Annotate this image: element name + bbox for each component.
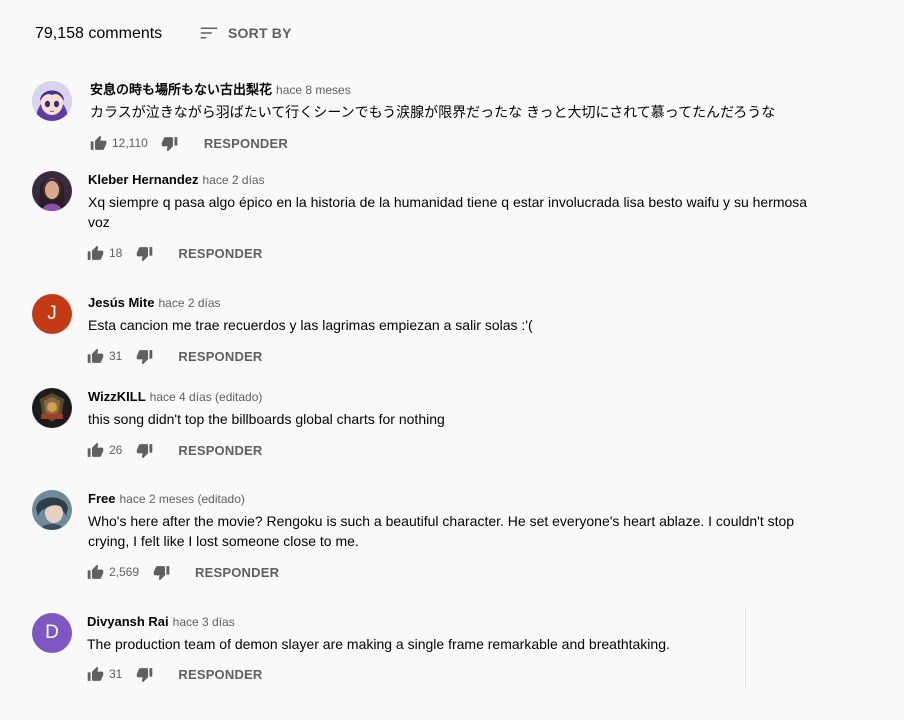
comment-line: Esta cancion me trae recuerdos y las lag… [88, 317, 533, 333]
comment-line: Who's here after the movie? Rengoku is s… [88, 513, 795, 529]
comment-meta: Free hace 2 meses (editado) [88, 490, 794, 508]
avatar[interactable] [32, 81, 72, 121]
comment-actions: 31 RESPONDER [83, 662, 263, 686]
like-count: 31 [109, 349, 123, 363]
comment-meta: Divyansh Rai hace 3 días [87, 613, 670, 631]
reply-button[interactable]: RESPONDER [178, 443, 262, 458]
like-count: 18 [109, 246, 123, 260]
avatar[interactable] [32, 490, 72, 530]
like-count: 26 [109, 443, 123, 457]
like-count: 31 [109, 667, 123, 681]
comment-time[interactable]: hace 8 meses [276, 83, 351, 97]
comment-count: 79,158 comments [35, 25, 163, 42]
thumbs-down-icon[interactable] [132, 344, 156, 368]
comment-time[interactable]: hace 2 días [158, 296, 220, 310]
comment-meta: Jesús Mite hace 2 días [88, 294, 533, 312]
comment-text: Xq siempre q pasa algo épico en la histo… [88, 192, 807, 232]
thumbs-up-icon[interactable] [83, 241, 107, 265]
comment-text: カラスが泣きながら羽ばたいて行くシーンでもう涙腺が限界だったな きっと大切にされ… [90, 102, 775, 122]
author-name[interactable]: Divyansh Rai [87, 614, 169, 629]
author-name[interactable]: WizzKILL [88, 389, 146, 404]
comment-line: Xq siempre q pasa algo épico en la histo… [88, 194, 808, 210]
author-name[interactable]: 安息の時も場所もない古出梨花 [90, 82, 272, 97]
comment-time[interactable]: hace 3 días [173, 615, 235, 629]
sort-by-button[interactable]: SORT BY [198, 21, 292, 45]
reply-button[interactable]: RESPONDER [195, 565, 279, 580]
comment-actions: 31 RESPONDER [83, 344, 263, 368]
comment-text: Who's here after the movie? Rengoku is s… [88, 511, 794, 551]
reply-button[interactable]: RESPONDER [178, 349, 262, 364]
thumbs-up-icon[interactable] [86, 131, 110, 155]
comment-meta: 安息の時も場所もない古出梨花 hace 8 meses [90, 81, 775, 99]
like-count: 2,569 [109, 565, 140, 579]
comment-text: this song didn't top the billboards glob… [88, 409, 445, 429]
comment-line: The production team of demon slayer are … [87, 636, 670, 652]
avatar-letter: D [45, 622, 59, 643]
comment-time[interactable]: hace 4 días (editado) [150, 390, 263, 404]
avatar[interactable]: J [32, 294, 72, 334]
comment-body: Free hace 2 meses (editado) Who's here af… [88, 490, 794, 551]
comment-actions: 18 RESPONDER [83, 241, 263, 265]
sort-icon [198, 22, 220, 44]
avatar-letter: J [47, 303, 57, 324]
divider [745, 608, 746, 688]
comment-meta: Kleber Hernandez hace 2 días [88, 171, 807, 189]
comment-text: Esta cancion me trae recuerdos y las lag… [88, 315, 533, 335]
reply-button[interactable]: RESPONDER [178, 667, 262, 682]
thumbs-up-icon[interactable] [83, 662, 107, 686]
comment-time[interactable]: hace 2 meses (editado) [119, 492, 244, 506]
reply-button[interactable]: RESPONDER [204, 136, 288, 151]
comment-actions: 12,110 RESPONDER [86, 131, 288, 155]
like-count: 12,110 [112, 136, 148, 150]
comment-line: crying, I felt like I lost someone close… [88, 533, 359, 549]
thumbs-down-icon[interactable] [149, 560, 173, 584]
comment-body: Jesús Mite hace 2 días Esta cancion me tr… [88, 294, 533, 335]
thumbs-up-icon[interactable] [83, 344, 107, 368]
avatar[interactable] [32, 171, 72, 211]
sort-by-label: SORT BY [228, 25, 292, 41]
comment-meta: WizzKILL hace 4 días (editado) [88, 388, 445, 406]
comment-line: this song didn't top the billboards glob… [88, 411, 445, 427]
author-name[interactable]: Free [88, 491, 115, 506]
comment-body: WizzKILL hace 4 días (editado) this song … [88, 388, 445, 429]
comment-line: voz [88, 214, 110, 230]
thumbs-up-icon[interactable] [83, 438, 107, 462]
comment-body: 安息の時も場所もない古出梨花 hace 8 meses カラスが泣きながら羽ばたい… [90, 81, 775, 122]
thumbs-down-icon[interactable] [132, 241, 156, 265]
author-name[interactable]: Kleber Hernandez [88, 172, 199, 187]
comment-actions: 2,569 RESPONDER [83, 560, 279, 584]
thumbs-down-icon[interactable] [132, 662, 156, 686]
comment-text: The production team of demon slayer are … [87, 634, 670, 654]
avatar[interactable] [32, 388, 72, 428]
author-name[interactable]: Jesús Mite [88, 295, 154, 310]
reply-button[interactable]: RESPONDER [178, 246, 262, 261]
comment-body: Divyansh Rai hace 3 días The production t… [87, 613, 670, 654]
thumbs-down-icon[interactable] [132, 438, 156, 462]
comments-header: 79,158 comments [35, 22, 162, 46]
comment-line: カラスが泣きながら羽ばたいて行くシーンでもう涙腺が限界だったな きっと大切にされ… [90, 104, 776, 120]
comment-actions: 26 RESPONDER [83, 438, 263, 462]
comment-time[interactable]: hace 2 días [203, 173, 265, 187]
avatar[interactable]: D [32, 613, 72, 653]
thumbs-down-icon[interactable] [158, 131, 182, 155]
thumbs-up-icon[interactable] [83, 560, 107, 584]
comment-body: Kleber Hernandez hace 2 días Xq siempre q… [88, 171, 807, 232]
